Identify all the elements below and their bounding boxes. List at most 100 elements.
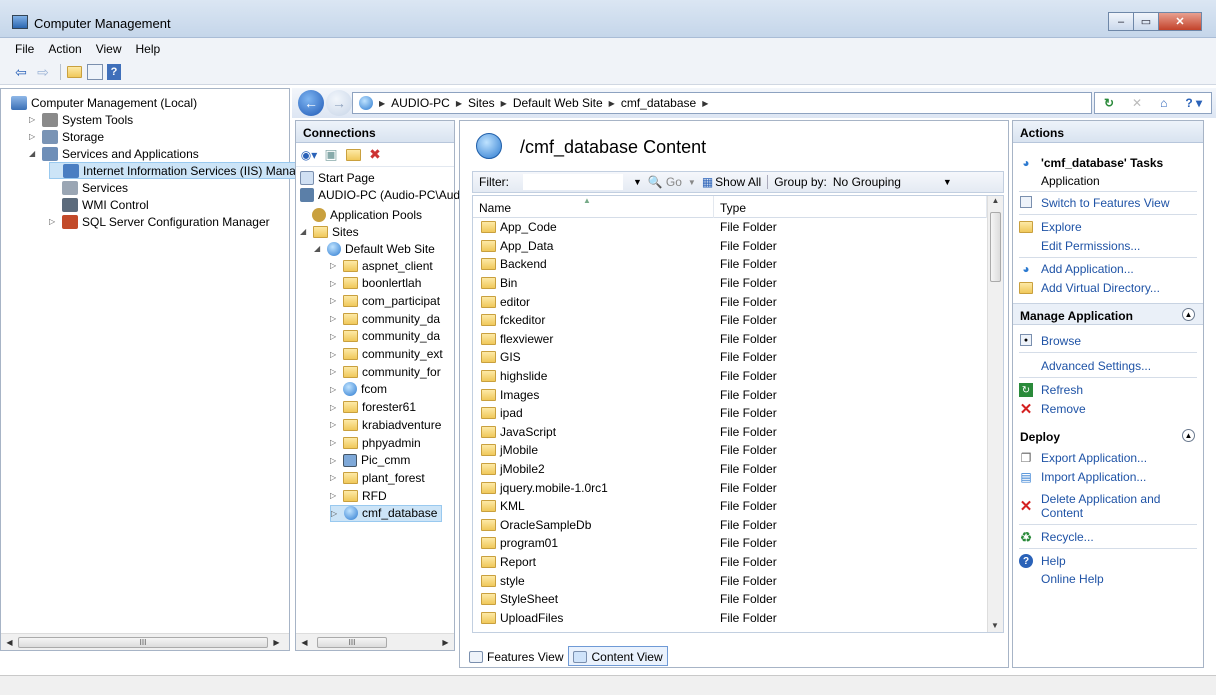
- explore-link[interactable]: Explore: [1041, 220, 1082, 234]
- maximize-button[interactable]: ▭: [1133, 12, 1159, 31]
- connection-node[interactable]: ▷ plant_forest: [330, 469, 425, 486]
- menu-help[interactable]: Help: [129, 42, 168, 56]
- tree-expander-icon[interactable]: ◢: [29, 149, 39, 158]
- connection-node[interactable]: ▷ aspnet_client: [330, 257, 433, 274]
- tree-expander-icon[interactable]: ▷: [29, 132, 39, 141]
- features-view-tab[interactable]: Features View: [464, 646, 568, 666]
- tree-expander-icon[interactable]: ▷: [330, 314, 340, 323]
- table-row[interactable]: Report File Folder: [473, 553, 1003, 572]
- group-by-select[interactable]: No Grouping: [833, 175, 933, 189]
- table-row[interactable]: UploadFiles File Folder: [473, 608, 1003, 627]
- table-row[interactable]: program01 File Folder: [473, 534, 1003, 553]
- column-header-type[interactable]: Type: [714, 196, 987, 218]
- filter-input[interactable]: [523, 174, 623, 190]
- tree-expander-icon[interactable]: ◢: [300, 227, 310, 236]
- refresh-icon[interactable]: ↻: [1104, 96, 1114, 110]
- tree-expander-icon[interactable]: ▷: [330, 473, 340, 482]
- connection-node[interactable]: ▷ boonlertlah: [330, 275, 421, 292]
- table-row[interactable]: flexviewer File Folder: [473, 330, 1003, 349]
- switch-features-view-link[interactable]: Switch to Features View: [1041, 196, 1170, 210]
- table-row[interactable]: editor File Folder: [473, 292, 1003, 311]
- address-bar[interactable]: ▶ AUDIO-PC ▶ Sites ▶ Default Web Site ▶ cmf_…: [352, 92, 1092, 114]
- connection-node[interactable]: ▷ community_for: [330, 363, 441, 380]
- connection-node[interactable]: AUDIO-PC (Audio-PC\Aud: [300, 186, 460, 203]
- connection-node[interactable]: ▷ krabiadventure: [330, 416, 441, 433]
- connect-icon[interactable]: ◉▾: [300, 146, 318, 164]
- table-row[interactable]: jMobile File Folder: [473, 441, 1003, 460]
- breadcrumb-cmf-database[interactable]: cmf_database: [621, 96, 696, 110]
- table-row[interactable]: App_Code File Folder: [473, 218, 1003, 237]
- table-row[interactable]: jMobile2 File Folder: [473, 460, 1003, 479]
- scroll-right-arrow-icon[interactable]: ▶: [437, 638, 454, 647]
- add-virtual-directory-link[interactable]: Add Virtual Directory...: [1041, 281, 1160, 295]
- save-icon[interactable]: ▣: [322, 146, 340, 164]
- breadcrumb-default-web-site[interactable]: Default Web Site: [513, 96, 603, 110]
- table-row[interactable]: highslide File Folder: [473, 367, 1003, 386]
- tree-item[interactable]: ▷ Storage: [29, 128, 104, 145]
- connection-node[interactable]: ▷ phpyadmin: [330, 434, 421, 451]
- tree-expander-icon[interactable]: ▷: [49, 217, 59, 226]
- connection-node[interactable]: ▷ cmf_database: [330, 504, 443, 522]
- table-row[interactable]: Images File Folder: [473, 385, 1003, 404]
- connection-node[interactable]: ▷ community_ext: [330, 346, 443, 363]
- table-row[interactable]: KML File Folder: [473, 497, 1003, 516]
- scroll-right-arrow-icon[interactable]: ▶: [268, 638, 285, 647]
- tree-expander-icon[interactable]: ▷: [330, 296, 340, 305]
- table-row[interactable]: style File Folder: [473, 571, 1003, 590]
- tree-expander-icon[interactable]: ▷: [29, 115, 39, 124]
- minimize-button[interactable]: –: [1108, 12, 1134, 31]
- tree-item[interactable]: ◢ Services and Applications: [29, 145, 199, 162]
- group-by-dropdown-icon[interactable]: ▼: [943, 177, 952, 187]
- connection-node[interactable]: ▷ community_da: [330, 328, 440, 345]
- disconnect-icon[interactable]: ✖: [366, 146, 384, 164]
- connection-node[interactable]: ▷ RFD: [330, 487, 387, 504]
- import-application-link[interactable]: Import Application...: [1041, 470, 1146, 484]
- tree-item[interactable]: ▷ System Tools: [29, 111, 133, 128]
- scroll-left-arrow-icon[interactable]: ◀: [1, 638, 18, 647]
- tree-expander-icon[interactable]: ▷: [330, 403, 340, 412]
- home-icon[interactable]: ⌂: [1160, 96, 1167, 110]
- tree-expander-icon[interactable]: ▷: [330, 261, 340, 270]
- scroll-thumb[interactable]: III: [18, 636, 268, 648]
- tree-expander-icon[interactable]: ▷: [331, 509, 341, 518]
- table-row[interactable]: jquery.mobile-1.0rc1 File Folder: [473, 478, 1003, 497]
- filter-dropdown-icon[interactable]: ▼: [633, 177, 642, 187]
- connection-node[interactable]: ◢ Default Web Site: [314, 240, 435, 257]
- connection-node[interactable]: ▷ forester61: [330, 399, 416, 416]
- tree-expander-icon[interactable]: ◢: [314, 244, 324, 253]
- go-button[interactable]: Go: [666, 175, 682, 189]
- connection-node[interactable]: Application Pools: [312, 206, 422, 223]
- connection-node[interactable]: ▷ fcom: [330, 381, 387, 398]
- list-vertical-scrollbar[interactable]: ▲ ▼: [987, 196, 1003, 632]
- up-folder-icon[interactable]: [65, 63, 83, 81]
- edit-permissions-link[interactable]: Edit Permissions...: [1041, 239, 1140, 253]
- table-row[interactable]: fckeditor File Folder: [473, 311, 1003, 330]
- advanced-settings-link[interactable]: Advanced Settings...: [1041, 359, 1151, 373]
- table-row[interactable]: StyleSheet File Folder: [473, 590, 1003, 609]
- manage-application-section[interactable]: Manage Application ▲: [1013, 303, 1203, 325]
- menu-view[interactable]: View: [89, 42, 129, 56]
- refresh-link[interactable]: Refresh: [1041, 383, 1083, 397]
- tree-expander-icon[interactable]: ▷: [330, 367, 340, 376]
- tree-root[interactable]: Computer Management (Local): [11, 94, 197, 111]
- deploy-section[interactable]: Deploy ▲: [1013, 425, 1203, 447]
- scroll-up-arrow-icon[interactable]: ▲: [988, 196, 1003, 210]
- connection-node[interactable]: ▷ com_participat: [330, 292, 440, 309]
- close-button[interactable]: ✕: [1158, 12, 1202, 31]
- connection-node[interactable]: ▷ Pic_cmm: [330, 452, 410, 469]
- content-view-tab[interactable]: Content View: [568, 646, 668, 666]
- help-dropdown-icon[interactable]: ? ▾: [1185, 96, 1202, 110]
- stop-icon[interactable]: ✕: [1132, 96, 1142, 110]
- delete-application-link-line2[interactable]: Content: [1041, 506, 1083, 520]
- scroll-thumb[interactable]: III: [317, 636, 387, 648]
- tree-item[interactable]: Services: [49, 179, 128, 196]
- export-application-link[interactable]: Export Application...: [1041, 451, 1147, 465]
- help-icon[interactable]: ?: [107, 64, 121, 80]
- show-hide-tree-icon[interactable]: [87, 64, 103, 80]
- scroll-down-arrow-icon[interactable]: ▼: [988, 621, 1002, 630]
- table-row[interactable]: JavaScript File Folder: [473, 423, 1003, 442]
- remove-link[interactable]: Remove: [1041, 402, 1086, 416]
- tree-item[interactable]: WMI Control: [49, 196, 149, 213]
- back-button[interactable]: ←: [298, 90, 324, 116]
- collapse-icon[interactable]: ▲: [1182, 429, 1195, 442]
